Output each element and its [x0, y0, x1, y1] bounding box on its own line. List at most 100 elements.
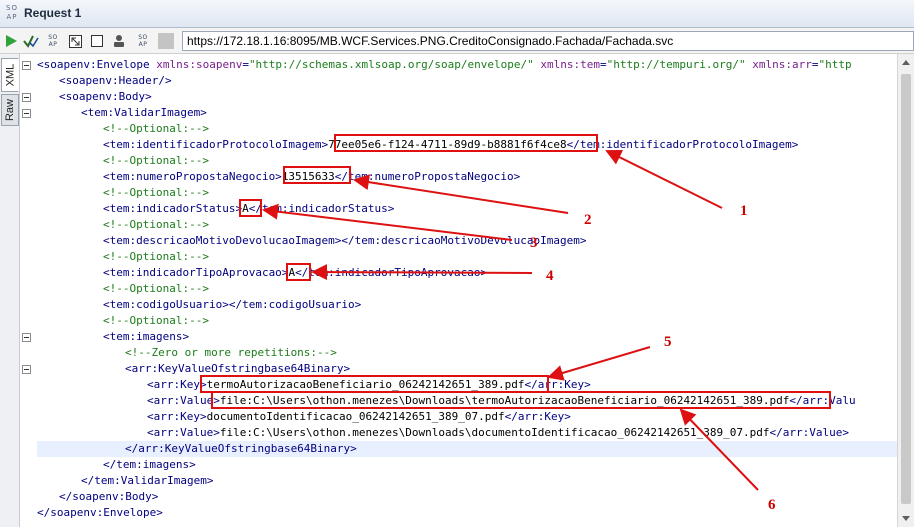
- xml-token-val: "http: [818, 58, 852, 71]
- xml-token-tag: <arr:Key>: [147, 410, 207, 423]
- collapse-toggle-icon[interactable]: [22, 93, 31, 102]
- xml-token-tag: </arr:Key>: [504, 410, 571, 423]
- xml-line[interactable]: <arr:Value>file:C:\Users\othon.menezes\D…: [37, 393, 856, 409]
- xml-editor[interactable]: <soapenv:Envelope xmlns:soapenv="http://…: [21, 54, 897, 527]
- gray-box-icon[interactable]: [157, 32, 175, 50]
- xml-token-tag: <arr:KeyValueOfstringbase64Binary>: [125, 362, 351, 375]
- xml-line[interactable]: <tem:imagens>: [37, 329, 189, 345]
- xml-line[interactable]: <!--Optional:-->: [37, 185, 209, 201]
- collapse-toggle-icon[interactable]: [22, 365, 31, 374]
- xml-token-val: "http://schemas.xmlsoap.org/soap/envelop…: [248, 58, 534, 71]
- xml-token-tag: </tem:ValidarImagem>: [81, 474, 214, 487]
- user-icon[interactable]: [110, 32, 128, 50]
- xml-token-tag: </tem:identificadorProtocoloImagem>: [566, 138, 799, 151]
- xml-token-tag: <tem:ValidarImagem>: [81, 106, 207, 119]
- tab-raw-label: Raw: [4, 98, 17, 122]
- xml-line[interactable]: </soapenv:Envelope>: [37, 505, 163, 521]
- expand-icon[interactable]: [66, 32, 84, 50]
- xml-line[interactable]: <arr:KeyValueOfstringbase64Binary>: [37, 361, 350, 377]
- xml-line[interactable]: <arr:Value>file:C:\Users\othon.menezes\D…: [37, 425, 849, 441]
- collapse-toggle-icon[interactable]: [22, 61, 31, 70]
- xml-token-attr: xmlns:soapenv: [156, 58, 243, 71]
- endpoint-url-field[interactable]: https://172.18.1.16:8095/MB.WCF.Services…: [182, 31, 914, 51]
- xml-line[interactable]: <!--Optional:-->: [37, 281, 209, 297]
- title-bar: SO AP Request 1: [0, 0, 914, 28]
- xml-token-tag: </tem:descricaoMotivoDevolucaoImagem>: [341, 234, 587, 247]
- xml-token-tag: </arr:Key>: [524, 378, 591, 391]
- xml-token-val: "http://tempuri.org/": [606, 58, 746, 71]
- xml-token-txt: 13515633: [281, 170, 335, 183]
- xml-token-tag: </arr:KeyValueOfstringbase64Binary>: [125, 442, 357, 455]
- xml-line[interactable]: <!--Optional:-->: [37, 217, 209, 233]
- xml-token-tag: <tem:codigoUsuario>: [103, 298, 229, 311]
- xml-line[interactable]: <!--Optional:-->: [37, 153, 209, 169]
- xml-line[interactable]: <arr:Key>documentoIdentificacao_06242142…: [37, 409, 571, 425]
- xml-line[interactable]: <tem:indicadorTipoAprovacao>A</tem:indic…: [37, 265, 487, 281]
- xml-token-tag: <tem:identificadorProtocoloImagem>: [103, 138, 329, 151]
- soapui-logo-icon: SO AP: [6, 4, 18, 21]
- xml-token-cmt: <!--Optional:-->: [103, 186, 209, 199]
- xml-line[interactable]: <!--Optional:-->: [37, 313, 209, 329]
- play-icon[interactable]: [2, 32, 20, 50]
- editor-view-tabs: XML Raw: [0, 54, 20, 527]
- collapse-toggle-icon[interactable]: [22, 109, 31, 118]
- xml-token-tag: </tem:imagens>: [103, 458, 196, 471]
- xml-token-cmt: <!--Optional:-->: [103, 154, 209, 167]
- xml-line[interactable]: <arr:Key>termoAutorizacaoBeneficiario_06…: [37, 377, 591, 393]
- xml-line[interactable]: <tem:descricaoMotivoDevolucaoImagem></te…: [37, 233, 586, 249]
- xml-line[interactable]: <tem:numeroPropostaNegocio>13515633</tem…: [37, 169, 520, 185]
- toolbar: SO AP SO AP https://172.18.1.16:8095/MB.…: [0, 28, 914, 54]
- vertical-scrollbar[interactable]: [897, 54, 914, 527]
- xml-line[interactable]: <tem:ValidarImagem>: [37, 105, 207, 121]
- xml-line[interactable]: <!--Optional:-->: [37, 249, 209, 265]
- xml-token-tag: =: [811, 58, 819, 71]
- collapse-toggle-icon[interactable]: [22, 333, 31, 342]
- xml-line[interactable]: <tem:indicadorStatus>A</tem:indicadorSta…: [37, 201, 394, 217]
- xml-token-cmt: <!--Optional:-->: [103, 314, 209, 327]
- scroll-down-icon[interactable]: [902, 516, 910, 521]
- xml-token-tag: <tem:indicadorTipoAprovacao>: [103, 266, 289, 279]
- xml-token-cmt: <!--Optional:-->: [103, 250, 209, 263]
- xml-token-txt: file:C:\Users\othon.menezes\Downloads\do…: [219, 426, 770, 439]
- xml-token-attr: xmlns:arr: [752, 58, 812, 71]
- stop-icon[interactable]: [88, 32, 106, 50]
- xml-token-cmt: <!--Zero or more repetitions:-->: [125, 346, 337, 359]
- xml-line[interactable]: <soapenv:Header/>: [37, 73, 172, 89]
- xml-token-txt: termoAutorizacaoBeneficiario_06242142651…: [206, 378, 525, 391]
- soap-icon[interactable]: SO AP: [44, 32, 62, 50]
- xml-token-tag: </tem:codigoUsuario>: [228, 298, 362, 311]
- xml-token-tag: <tem:descricaoMotivoDevolucaoImagem>: [103, 234, 342, 247]
- scroll-up-icon[interactable]: [902, 60, 910, 65]
- xml-token-tag: <tem:imagens>: [103, 330, 190, 343]
- xml-token-tag: <soapenv:Envelope: [37, 58, 157, 71]
- xml-token-tag: <soapenv:Body>: [59, 90, 152, 103]
- xml-token-tag: <tem:indicadorStatus>: [103, 202, 243, 215]
- soap-icon[interactable]: SO AP: [134, 32, 152, 50]
- xml-line[interactable]: <!--Zero or more repetitions:-->: [37, 345, 337, 361]
- xml-token-txt: A: [242, 202, 249, 215]
- xml-token-tag: <arr:Value>: [147, 394, 220, 407]
- xml-line[interactable]: <tem:codigoUsuario></tem:codigoUsuario>: [37, 297, 361, 313]
- xml-token-tag: <arr:Value>: [147, 426, 220, 439]
- xml-token-tag: </soapenv:Envelope>: [37, 506, 163, 519]
- xml-line[interactable]: </tem:imagens>: [37, 457, 196, 473]
- tab-xml-label: XML: [4, 63, 16, 87]
- scrollbar-thumb[interactable]: [901, 74, 911, 504]
- xml-token-tag: </arr:Value>: [769, 426, 850, 439]
- xml-line[interactable]: <soapenv:Envelope xmlns:soapenv="http://…: [37, 57, 852, 73]
- check-icon[interactable]: [22, 32, 40, 50]
- tab-xml[interactable]: XML: [1, 58, 19, 92]
- xml-line[interactable]: <tem:identificadorProtocoloImagem>77ee05…: [37, 137, 798, 153]
- xml-line[interactable]: <soapenv:Body>: [37, 89, 152, 105]
- xml-token-txt: 77ee05e6-f124-4711-89d9-b8881f6f4ce8: [328, 138, 567, 151]
- tab-raw[interactable]: Raw: [1, 94, 19, 126]
- xml-line[interactable]: </soapenv:Body>: [37, 489, 158, 505]
- xml-line[interactable]: </tem:ValidarImagem>: [37, 473, 213, 489]
- xml-line[interactable]: </arr:KeyValueOfstringbase64Binary>: [37, 441, 897, 457]
- xml-token-cmt: <!--Optional:-->: [103, 218, 209, 231]
- xml-token-tag: =: [599, 58, 607, 71]
- xml-line[interactable]: <!--Optional:-->: [37, 121, 209, 137]
- xml-token-tag: <tem:numeroPropostaNegocio>: [103, 170, 282, 183]
- xml-token-cmt: <!--Optional:-->: [103, 282, 209, 295]
- xml-token-tag: </tem:indicadorTipoAprovacao>: [295, 266, 488, 279]
